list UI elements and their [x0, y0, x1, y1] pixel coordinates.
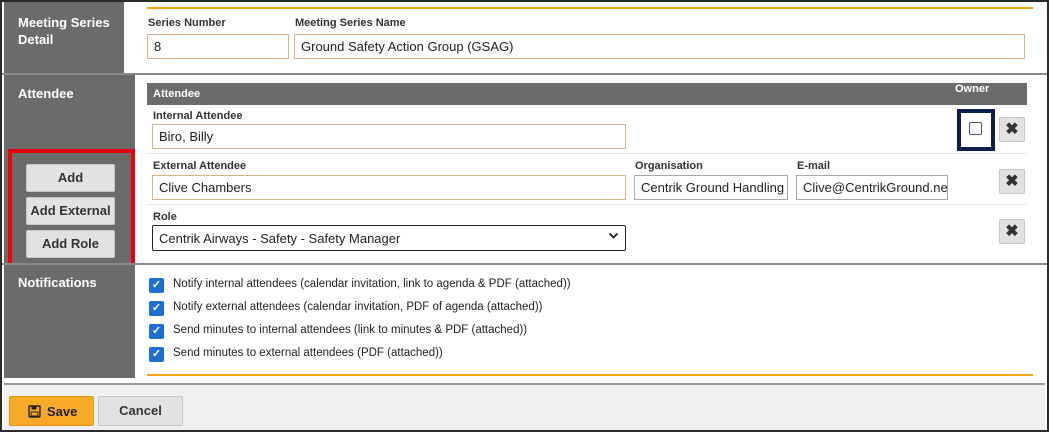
detail-section-title: Meeting Series Detail — [4, 2, 124, 73]
remove-role-button[interactable]: ✖ — [999, 219, 1025, 244]
notification-item[interactable]: ✓ Notify external attendees (calendar in… — [135, 299, 1015, 317]
remove-external-attendee-button[interactable]: ✖ — [999, 169, 1025, 194]
internal-attendee-label: Internal Attendee — [153, 110, 243, 122]
cancel-button[interactable]: Cancel — [98, 396, 183, 426]
notifications-bottom-accent — [147, 374, 1033, 376]
series-name-label: Meeting Series Name — [295, 17, 406, 29]
close-icon: ✖ — [1005, 173, 1019, 190]
notifications-main: ✓ Notify internal attendees (calendar in… — [135, 265, 1045, 378]
save-icon — [28, 405, 41, 421]
email-input[interactable]: Clive@CentrikGround.net — [796, 175, 948, 200]
notifications-section-title: Notifications — [4, 265, 135, 378]
remove-internal-attendee-button[interactable]: ✖ — [999, 117, 1025, 142]
checkbox-checked-icon[interactable]: ✓ — [149, 347, 164, 362]
role-select-value: Centrik Airways - Safety - Safety Manage… — [159, 231, 401, 246]
external-attendee-label: External Attendee — [153, 160, 247, 172]
add-external-button[interactable]: Add External — [26, 197, 115, 225]
save-button[interactable]: Save — [9, 396, 94, 426]
save-label: Save — [47, 404, 78, 419]
internal-attendee-input[interactable]: Biro, Billy — [152, 124, 626, 149]
notification-label: Notify internal attendees (calendar invi… — [173, 278, 571, 290]
chevron-down-icon — [608, 230, 619, 244]
internal-attendee-row: Internal Attendee Biro, Billy ✖ — [147, 105, 1027, 154]
role-select[interactable]: Centrik Airways - Safety - Safety Manage… — [152, 225, 626, 251]
notification-item[interactable]: ✓ Send minutes to external attendees (PD… — [135, 345, 1015, 363]
footer-bar: Save Cancel — [4, 383, 1045, 430]
checkbox-checked-icon[interactable]: ✓ — [149, 278, 164, 293]
checkbox-checked-icon[interactable]: ✓ — [149, 324, 164, 339]
form-frame: Meeting Series Detail Series Number 8 Me… — [0, 0, 1049, 432]
notification-item[interactable]: ✓ Send minutes to internal attendees (li… — [135, 322, 1015, 340]
series-number-input[interactable]: 8 — [147, 34, 289, 59]
organisation-label: Organisation — [635, 160, 703, 172]
attendee-column-header: Attendee — [153, 88, 201, 100]
attendee-section: Attendee Add Add External Add Role Atten… — [4, 75, 1045, 267]
series-name-input[interactable]: Ground Safety Action Group (GSAG) — [294, 34, 1025, 59]
series-number-label: Series Number — [148, 17, 226, 29]
add-role-button[interactable]: Add Role — [26, 230, 115, 258]
detail-top-accent — [147, 7, 1033, 9]
owner-column-header: Owner — [955, 83, 990, 95]
email-label: E-mail — [797, 160, 831, 172]
notifications-section: Notifications ✓ Notify internal attendee… — [4, 265, 1045, 378]
add-button[interactable]: Add — [26, 164, 115, 192]
attendee-main: Attendee Owner Internal Attendee Biro, B… — [135, 75, 1045, 263]
owner-checkbox[interactable] — [969, 122, 982, 135]
detail-main: Series Number 8 Meeting Series Name Grou… — [135, 2, 1045, 73]
attendee-table-header: Attendee Owner — [147, 83, 1027, 105]
role-row: Role Centrik Airways - Safety - Safety M… — [147, 206, 1027, 256]
external-attendee-row: External Attendee Clive Chambers Organis… — [147, 155, 1027, 205]
notification-label: Send minutes to external attendees (PDF … — [173, 347, 443, 359]
notification-label: Notify external attendees (calendar invi… — [173, 301, 543, 313]
role-label: Role — [153, 211, 177, 223]
notification-item[interactable]: ✓ Notify internal attendees (calendar in… — [135, 276, 1015, 294]
detail-section: Meeting Series Detail Series Number 8 Me… — [4, 2, 1045, 73]
close-icon: ✖ — [1005, 121, 1019, 138]
organisation-input[interactable]: Centrik Ground Handling — [634, 175, 788, 200]
checkbox-checked-icon[interactable]: ✓ — [149, 301, 164, 316]
close-icon: ✖ — [1005, 223, 1019, 240]
external-attendee-input[interactable]: Clive Chambers — [152, 175, 626, 200]
notification-label: Send minutes to internal attendees (link… — [173, 324, 528, 336]
